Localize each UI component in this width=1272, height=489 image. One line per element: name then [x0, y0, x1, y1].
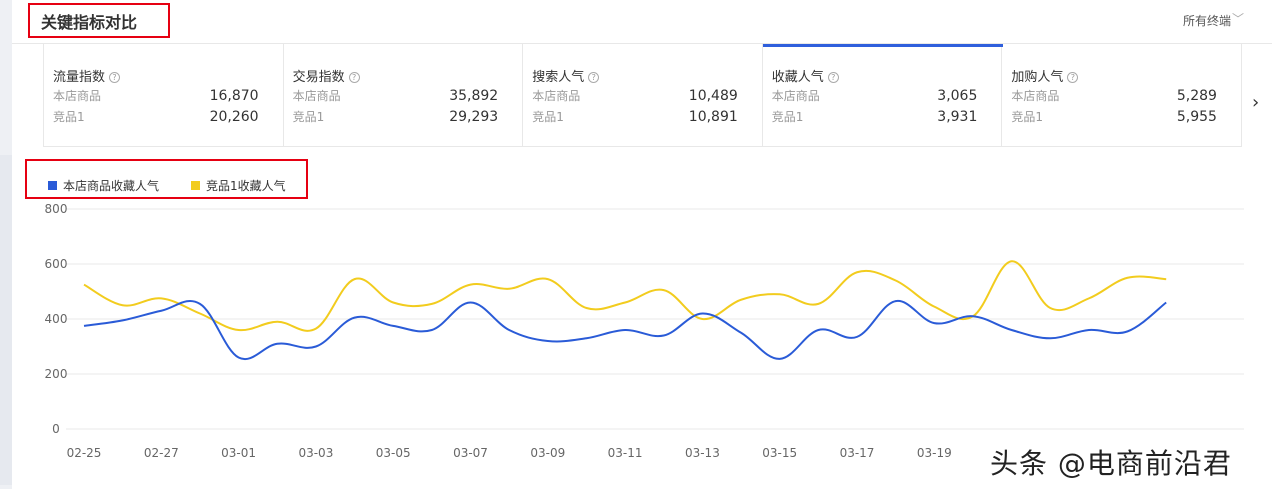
series-line-rival [83, 260, 1167, 332]
x-tick-label: 03-15 [762, 446, 797, 460]
row-label-rival: 竞品1 [771, 110, 804, 124]
row-label-rival: 竞品1 [532, 110, 564, 124]
y-tick-label: 0 [52, 422, 60, 436]
x-tick-label: 03-11 [608, 446, 643, 460]
chart-legend: 本店商品收藏人气 竞品1收藏人气 [48, 177, 318, 194]
y-tick-label: 800 [45, 202, 68, 216]
x-tick-label: 03-09 [530, 446, 565, 460]
row-value-rival: 5,955 [1176, 109, 1217, 125]
help-icon[interactable]: ? [588, 72, 600, 83]
row-label-own: 本店商品 [1011, 89, 1060, 103]
legend-label-rival: 竞品1收藏人气 [206, 179, 286, 193]
x-tick-label: 02-27 [144, 446, 179, 460]
legend-swatch-rival [191, 181, 201, 190]
help-icon[interactable]: ? [827, 72, 839, 83]
row-value-own: 5,289 [1176, 88, 1217, 104]
x-tick-label: 03-05 [376, 446, 411, 460]
terminal-select[interactable]: 所有终端 [1183, 12, 1231, 29]
row-label-own: 本店商品 [53, 89, 102, 103]
metric-card-trade[interactable]: 交易指数? 本店商品 35,892 竞品1 29,293 [284, 44, 524, 146]
watermark: 头条 @电商前沿君 [990, 447, 1232, 480]
card-name: 加购人气 [1011, 70, 1064, 85]
help-icon[interactable]: ? [1067, 72, 1079, 83]
y-tick-label: 200 [45, 367, 68, 381]
page-title: 关键指标对比 [41, 13, 138, 32]
row-label-own: 本店商品 [532, 89, 581, 103]
x-tick-label: 03-07 [453, 446, 488, 460]
x-tick-label: 03-13 [685, 446, 720, 460]
x-tick-label: 03-19 [917, 446, 952, 460]
legend-label-own: 本店商品收藏人气 [63, 179, 160, 193]
y-tick-label: 400 [45, 312, 68, 326]
row-label-rival: 竞品1 [53, 110, 85, 124]
row-value-own: 3,065 [937, 88, 978, 104]
help-icon[interactable]: ? [348, 72, 360, 83]
row-label-own: 本店商品 [292, 89, 341, 103]
row-value-rival: 29,293 [449, 109, 499, 125]
row-value-own: 16,870 [209, 88, 259, 104]
legend-item-own[interactable]: 本店商品收藏人气 [48, 177, 159, 194]
row-label-own: 本店商品 [771, 89, 820, 103]
card-name: 收藏人气 [771, 70, 824, 85]
legend-swatch-own [48, 181, 57, 190]
x-tick-label: 02-25 [67, 446, 102, 460]
metric-card-favorites[interactable]: 收藏人气? 本店商品 3,065 竞品1 3,931 [762, 44, 1003, 146]
x-tick-label: 03-03 [298, 446, 333, 460]
legend-item-rival[interactable]: 竞品1收藏人气 [191, 177, 286, 194]
metric-card-search[interactable]: 搜索人气? 本店商品 10,489 竞品1 10,891 [523, 44, 763, 146]
row-label-rival: 竞品1 [1011, 110, 1044, 124]
metric-card-cart[interactable]: 加购人气? 本店商品 5,289 竞品1 5,955 [1002, 44, 1241, 146]
metric-card-traffic[interactable]: 流量指数? 本店商品 16,870 竞品1 20,260 [44, 44, 284, 146]
row-value-rival: 10,891 [688, 109, 738, 125]
card-name: 流量指数 [53, 70, 106, 85]
metric-cards: 流量指数? 本店商品 16,870 竞品1 20,260 交易指数? 本店商品 … [43, 44, 1242, 147]
y-tick-label: 600 [45, 257, 68, 271]
line-chart: 0 200 400 600 800 02-25 02-27 03-01 03-03 03-05 03… [45, 202, 1244, 460]
row-value-rival: 20,260 [209, 109, 259, 125]
row-label-rival: 竞品1 [292, 110, 325, 124]
card-name: 交易指数 [292, 70, 345, 85]
panel-header: 关键指标对比 所有终端 ﹀ [12, 0, 1272, 44]
help-icon[interactable]: ? [109, 72, 121, 83]
row-value-rival: 3,931 [937, 109, 978, 125]
x-tick-label: 03-17 [840, 446, 875, 460]
next-arrow-icon[interactable]: › [1252, 92, 1259, 113]
row-value-own: 35,892 [449, 88, 499, 104]
row-value-own: 10,489 [688, 88, 738, 104]
chevron-down-icon[interactable]: ﹀ [1232, 10, 1244, 27]
card-name: 搜索人气 [532, 70, 585, 85]
x-tick-label: 03-01 [221, 446, 256, 460]
